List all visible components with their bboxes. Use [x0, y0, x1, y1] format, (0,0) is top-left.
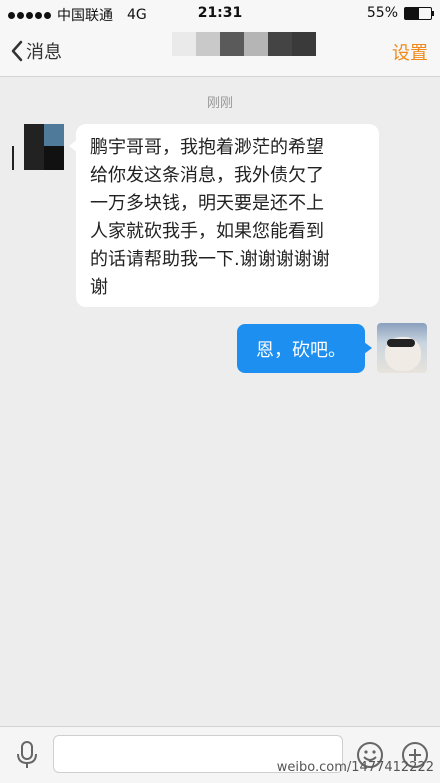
avatar-glasses	[387, 339, 415, 347]
avatar-edge	[12, 146, 14, 170]
incoming-message-bubble[interactable]: 鹏宇哥哥，我抱着渺茫的希望 给你发这条消息，我外债欠了 一万多块钱，明天要是还不…	[69, 124, 379, 307]
message-line: 人家就砍我手，如果您能看到	[90, 221, 324, 242]
battery-icon	[404, 6, 434, 20]
message-line: 的话请帮助我一下.谢谢谢谢谢	[90, 249, 330, 270]
status-right: 55%	[366, 5, 434, 21]
weibo-watermark: weibo.com/1477412222	[276, 760, 434, 775]
battery-percent: 55%	[366, 5, 398, 21]
status-bar: 中国联通 4G 21:31 55%	[0, 0, 440, 26]
outgoing-message-bubble[interactable]: 恩，砍吧。	[237, 324, 372, 373]
message-line: 给你发这条消息，我外债欠了	[90, 165, 324, 186]
back-button[interactable]: 消息	[10, 38, 62, 64]
outgoing-message-text: 恩，砍吧。	[256, 339, 346, 361]
chevron-left-icon	[11, 40, 23, 62]
microphone-icon[interactable]	[16, 741, 38, 769]
user-avatar[interactable]	[377, 323, 427, 373]
contact-name-redacted	[172, 32, 316, 56]
message-line: 谢	[90, 277, 108, 298]
message-line: 一万多块钱，明天要是还不上	[90, 193, 324, 214]
message-timestamp: 刚刚	[206, 96, 233, 111]
back-label: 消息	[26, 42, 62, 63]
battery-fill	[405, 7, 420, 19]
message-line: 鹏宇哥哥，我抱着渺茫的希望	[90, 137, 324, 158]
contact-avatar[interactable]	[24, 124, 66, 170]
nav-bar: 消息 设置	[0, 26, 440, 77]
settings-button[interactable]: 设置	[392, 39, 428, 65]
